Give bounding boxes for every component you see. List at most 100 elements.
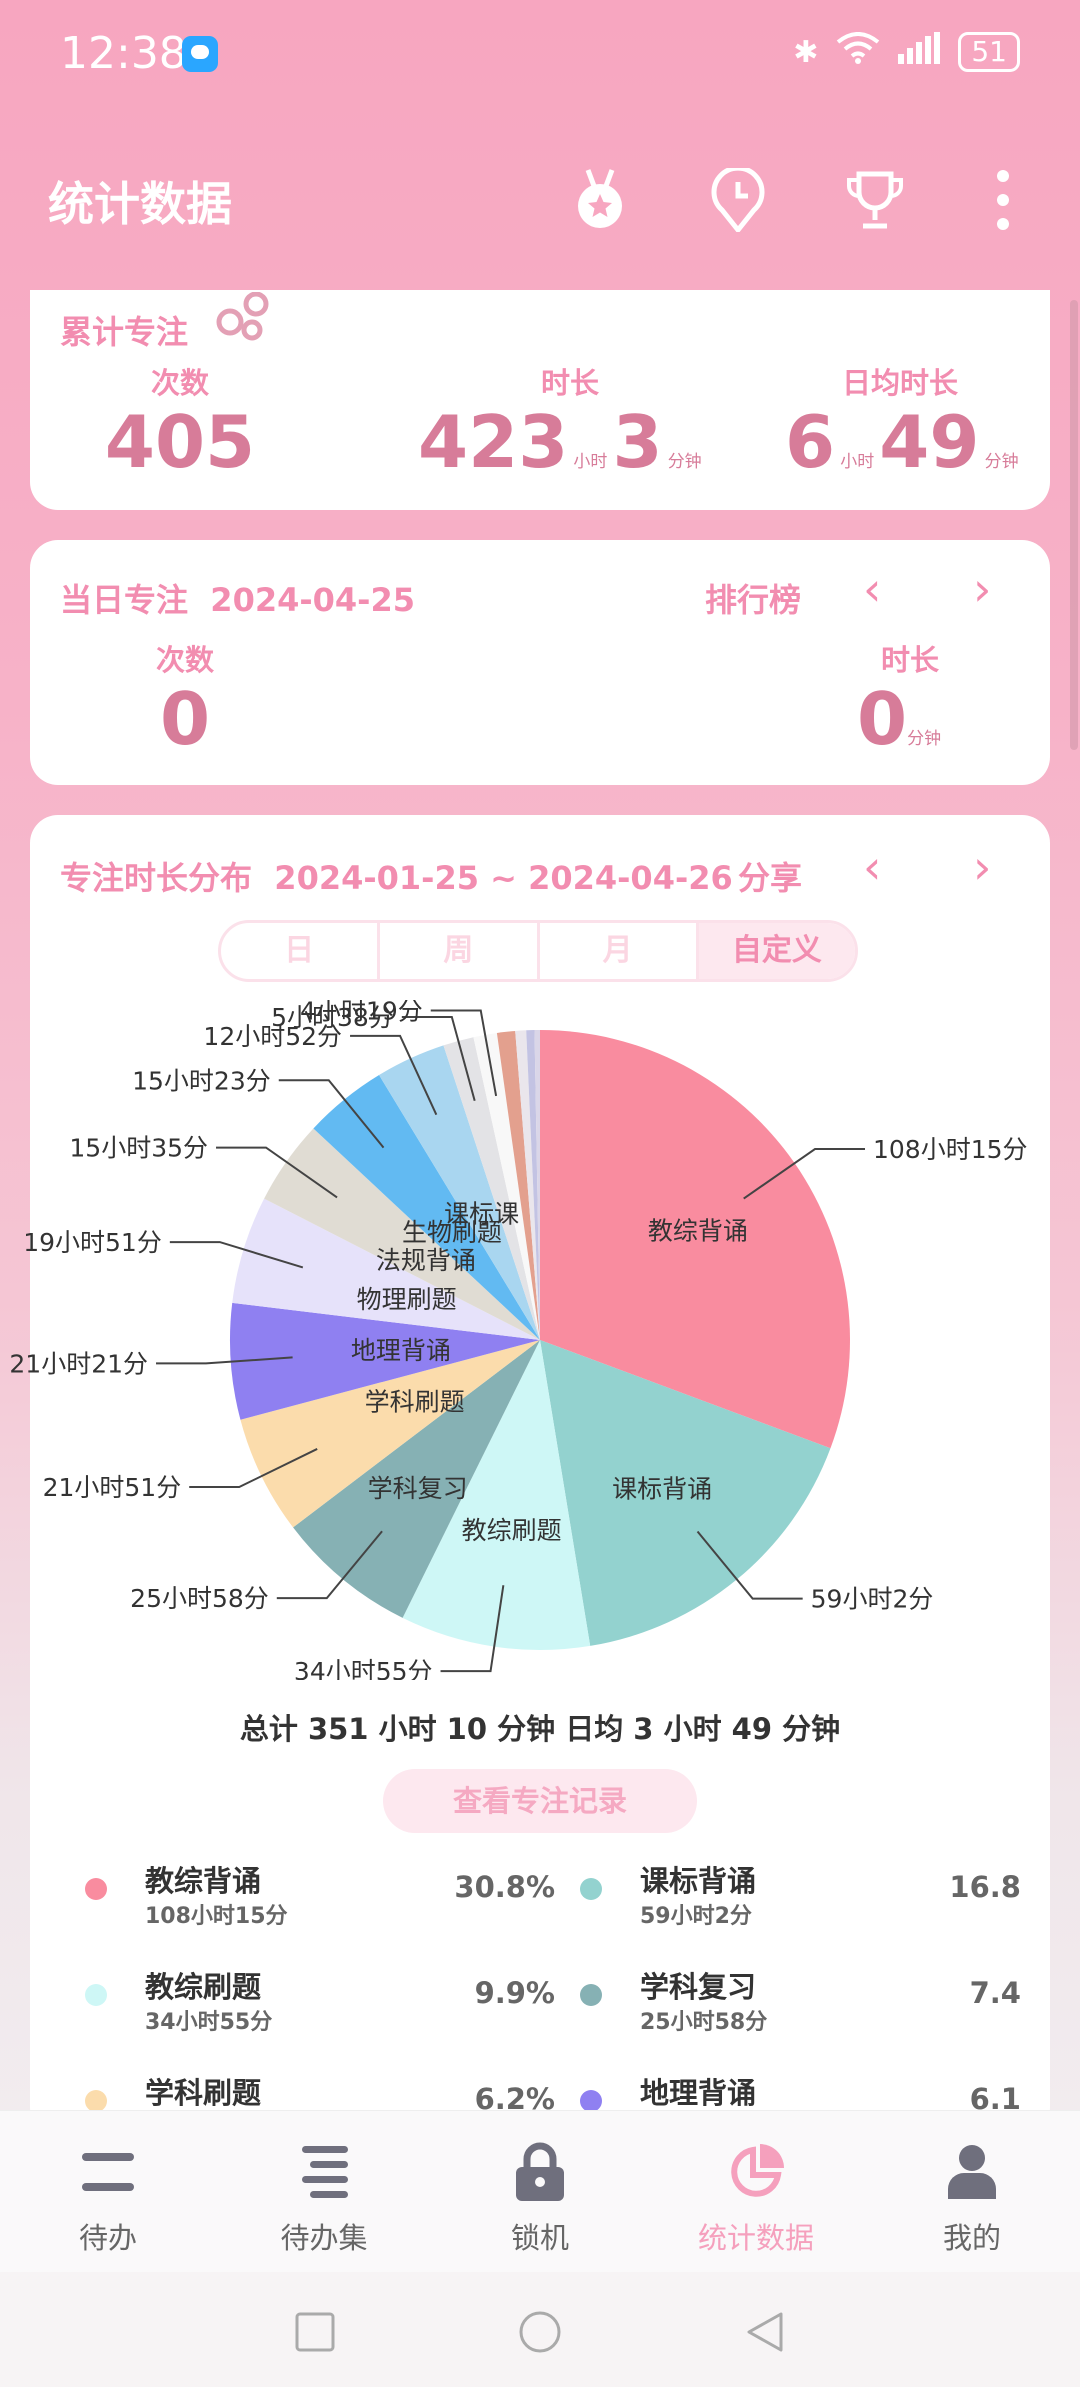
- lock-icon: [510, 2141, 570, 2203]
- pie-slice-value-label: 4小时19分: [300, 1000, 423, 1025]
- stats-pie-icon: [726, 2141, 786, 2203]
- home-circle-icon[interactable]: [518, 2310, 562, 2358]
- today-title: 当日专注 2024-04-25: [60, 581, 415, 619]
- legend-item: 学科刷题 6.2%: [85, 2070, 555, 2110]
- legend-item: 地理背诵 6.1%: [580, 2070, 1020, 2110]
- pie-slice-name: 教综刷题: [462, 1516, 562, 1545]
- pie-slice-value-label: 21小时21分: [9, 1349, 148, 1378]
- wifi-icon: [836, 32, 880, 72]
- tab-day[interactable]: 日: [221, 923, 381, 979]
- legend-color-dot: [580, 2090, 602, 2110]
- daily-value: 6 小时 49 分钟: [785, 400, 1019, 484]
- pie-slice-name: 法规背诵: [376, 1246, 476, 1275]
- more-menu-icon[interactable]: [968, 165, 1038, 235]
- legend-name: 教综刷题: [145, 1970, 262, 2004]
- distribution-pie-chart[interactable]: 教综背诵 108小时15分课标背诵 59小时2分 教综刷题 34小时55分 学科复习 25小…: [0, 1000, 1080, 1680]
- distribution-title: 专注时长分布 2024-01-25 ~ 2024-04-26: [60, 859, 733, 897]
- signal-icon: [898, 32, 941, 72]
- trophy-icon[interactable]: [840, 165, 910, 235]
- range-tabs: 日 周 月 自定义: [218, 920, 858, 982]
- legend-time: 25小时58分: [640, 2010, 768, 2035]
- legend-percent: 9.9%: [474, 1976, 555, 2010]
- pie-slice-value-label: 34小时55分: [294, 1657, 433, 1680]
- count-value: 405: [104, 400, 256, 484]
- legend-name: 课标背诵: [640, 1864, 757, 1898]
- cumulative-focus-card: 累计专注 次数 405 时长 423 小时 3 分钟 日均时长 6 小时 49 …: [30, 290, 1050, 510]
- today-focus-card: 当日专注 2024-04-25 排行榜 ‹ › 次数 0 时长 0分钟: [30, 540, 1050, 785]
- tab-week[interactable]: 周: [380, 923, 540, 979]
- status-icons: ✱ 51: [793, 32, 1020, 72]
- pie-legend: 教综背诵 108小时15分 30.8% 课标背诵 59小时2分 16.8% 教综刷题 34小时…: [85, 1858, 1020, 2110]
- legend-percent: 7.4%: [969, 1976, 1020, 2010]
- duration-value: 423 小时 3 分钟: [418, 400, 702, 484]
- tab-month[interactable]: 月: [540, 923, 699, 979]
- legend-name: 学科复习: [640, 1970, 757, 2004]
- share-link[interactable]: 分享: [738, 853, 802, 899]
- clock-pin-icon[interactable]: [703, 165, 773, 235]
- pie-slice-name: 课标背诵: [612, 1474, 712, 1503]
- legend-name: 学科刷题: [145, 2076, 262, 2110]
- scrollbar[interactable]: [1070, 300, 1078, 750]
- nav-todo-set-label: 待办集: [280, 2221, 368, 2255]
- pie-slice-value-label: 19小时51分: [23, 1228, 162, 1257]
- prev-day-chevron-icon[interactable]: ‹: [863, 562, 881, 616]
- legend-color-dot: [85, 2090, 107, 2110]
- page-title: 统计数据: [48, 177, 232, 231]
- legend-item: 教综刷题 34小时55分 9.9%: [85, 1964, 555, 2044]
- pie-slice-value-label: 15小时23分: [132, 1066, 271, 1095]
- pie-slice-value-label: 108小时15分: [873, 1135, 1028, 1164]
- pie-slice-name: 学科复习: [368, 1474, 468, 1503]
- legend-time: 108小时15分: [145, 1904, 288, 1929]
- pie-slice-name: 课标课: [444, 1199, 519, 1228]
- pie-slice-name: 物理刷题: [357, 1285, 457, 1314]
- nav-stats[interactable]: 统计数据: [648, 2111, 864, 2273]
- prev-range-chevron-icon[interactable]: ‹: [863, 840, 881, 894]
- legend-time: 59小时2分: [640, 1904, 752, 1929]
- legend-color-dot: [85, 1878, 107, 1900]
- bottom-navigation: 待办 待办集 锁机 统计数据 我的: [0, 2110, 1080, 2273]
- todo-icon: [78, 2141, 138, 2203]
- nav-stats-label: 统计数据: [697, 2221, 814, 2255]
- recent-apps-square-icon[interactable]: [295, 2312, 335, 2356]
- legend-item: 课标背诵 59小时2分 16.8%: [580, 1858, 1020, 1938]
- legend-name: 地理背诵: [640, 2076, 757, 2110]
- today-count-value: 0: [159, 677, 211, 761]
- next-range-chevron-icon[interactable]: ›: [973, 840, 991, 894]
- nav-todo[interactable]: 待办: [0, 2111, 216, 2273]
- pie-slice-value-label: 25小时58分: [130, 1584, 269, 1613]
- next-day-chevron-icon[interactable]: ›: [973, 562, 991, 616]
- pie-slice-value-label: 21小时51分: [43, 1473, 182, 1502]
- legend-percent: 30.8%: [454, 1870, 555, 1904]
- legend-color-dot: [580, 1984, 602, 2006]
- duration-label: 时长: [540, 366, 599, 400]
- legend-item: 学科复习 25小时58分 7.4%: [580, 1964, 1020, 2044]
- back-triangle-icon[interactable]: [745, 2310, 785, 2358]
- view-records-button[interactable]: 查看专注记录: [383, 1769, 697, 1833]
- tab-custom[interactable]: 自定义: [698, 923, 855, 979]
- nav-lock[interactable]: 锁机: [432, 2111, 648, 2273]
- summary-total: 总计 351 小时 10 分钟 日均 3 小时 49 分钟: [239, 1712, 841, 1746]
- count-label: 次数: [150, 366, 209, 400]
- pie-slice-value-label: 15小时35分: [69, 1134, 208, 1163]
- today-duration-label: 时长: [880, 643, 939, 677]
- status-time: 12:38: [60, 28, 187, 79]
- system-navigation-bar: [0, 2272, 1080, 2387]
- legend-color-dot: [580, 1878, 602, 1900]
- daily-label: 日均时长: [841, 366, 958, 400]
- pie-slice-name: 教综背诵: [648, 1216, 748, 1245]
- legend-percent: 16.8%: [949, 1870, 1020, 1904]
- todo-set-icon: [294, 2141, 354, 2203]
- nav-profile-label: 我的: [942, 2221, 1001, 2255]
- nav-profile[interactable]: 我的: [864, 2111, 1080, 2273]
- today-count-label: 次数: [155, 643, 214, 677]
- message-app-icon: [182, 36, 218, 72]
- bluetooth-icon: ✱: [793, 34, 819, 70]
- nav-todo-set[interactable]: 待办集: [216, 2111, 432, 2273]
- legend-percent: 6.1%: [969, 2082, 1020, 2110]
- nav-todo-label: 待办: [78, 2221, 137, 2255]
- ranking-link[interactable]: 排行榜: [705, 575, 801, 621]
- legend-name: 教综背诵: [145, 1864, 262, 1898]
- medal-icon[interactable]: [565, 165, 635, 235]
- legend-color-dot: [85, 1984, 107, 2006]
- nav-lock-label: 锁机: [510, 2221, 569, 2255]
